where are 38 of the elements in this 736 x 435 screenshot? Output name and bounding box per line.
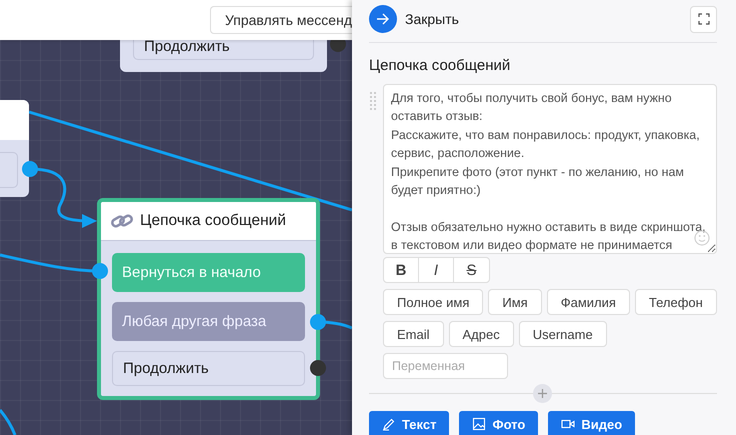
expand-icon <box>698 13 710 25</box>
connector-dot[interactable] <box>22 161 38 177</box>
node-title: Цепочка сообщений <box>140 212 286 230</box>
manage-messengers-button[interactable]: Управлять мессенд <box>210 6 352 34</box>
connector-dot[interactable] <box>310 360 326 376</box>
plus-icon <box>538 389 547 398</box>
message-chain-node[interactable]: Цепочка сообщений Вернуться в начало Любая другая фраза Продолжить <box>97 198 320 400</box>
variable-chip[interactable]: Фамилия <box>546 289 630 315</box>
video-camera-icon <box>561 417 576 431</box>
add-block-button[interactable] <box>533 384 552 403</box>
panel-title: Цепочка сообщений <box>369 57 512 74</box>
add-text-button[interactable]: Текст <box>369 411 450 435</box>
connector-dot[interactable] <box>92 263 108 279</box>
variable-chip[interactable]: Имя <box>488 289 542 315</box>
node-button[interactable]: Продолжить <box>133 40 314 60</box>
strikethrough-button[interactable]: S <box>454 258 489 282</box>
message-text-field[interactable]: Для того, чтобы получить свой бонус, вам нужно оставить отзыв: Расскажите, что вам понравилось: продукт, упаковка, сервис, расположение. Прикрепите фото (этот пункт - по желанию, но нам будет приятно:) Отзыв обязательно нужно оставить в виде скриншота, в текстовом или видео формате не принимается <box>383 84 717 254</box>
pencil-icon <box>382 417 396 431</box>
variable-chip[interactable]: Полное имя <box>383 289 484 315</box>
node-button[interactable]: Продолжить <box>112 351 305 386</box>
variable-chip[interactable]: Телефон <box>634 289 717 315</box>
add-photo-button[interactable]: Фото <box>459 411 538 435</box>
variable-chip[interactable]: Username <box>518 321 607 347</box>
connector-dot[interactable] <box>330 40 346 52</box>
fullscreen-button[interactable] <box>690 6 717 32</box>
variable-field[interactable]: Переменная <box>383 353 508 379</box>
italic-button[interactable]: I <box>419 258 454 282</box>
connector-line <box>0 409 16 435</box>
drag-handle-icon[interactable] <box>370 92 376 112</box>
bold-button[interactable]: B <box>384 258 419 282</box>
image-icon <box>472 417 486 431</box>
close-button[interactable]: Закрыть <box>369 5 459 33</box>
variable-chip[interactable]: Адрес <box>448 321 514 347</box>
connector-dot[interactable] <box>310 314 326 330</box>
variable-chip[interactable]: Email <box>383 321 444 347</box>
add-video-button[interactable]: Видео <box>548 411 636 435</box>
link-icon <box>110 212 134 230</box>
arrow-right-icon <box>376 13 390 25</box>
